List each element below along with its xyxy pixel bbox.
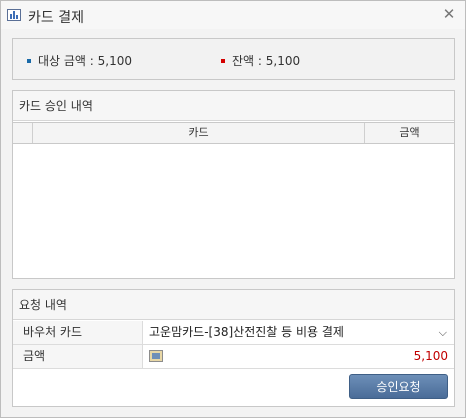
- panel-title: 카드 승인 내역: [13, 91, 454, 121]
- voucher-select[interactable]: 고운맘카드-[38]산전진찰 등 비용 결제 ⌵: [143, 321, 454, 344]
- amount-value: 5,100: [413, 349, 448, 363]
- amount-summary: 대상 금액 : 5,100 잔액 : 5,100: [12, 38, 455, 80]
- balance-value: 5,100: [265, 54, 301, 68]
- request-approval-button[interactable]: 승인요청: [349, 374, 448, 399]
- balance-amount: 잔액 : 5,100: [221, 52, 300, 69]
- bullet-icon: [221, 58, 225, 63]
- amount-label: 금액: [13, 345, 143, 368]
- request-panel: 요청 내역 바우처 카드 고운맘카드-[38]산전진찰 등 비용 결제 ⌵ 금액…: [12, 289, 455, 407]
- voucher-label: 바우처 카드: [13, 321, 143, 344]
- panel-title: 요청 내역: [13, 290, 454, 320]
- window-title: 카드 결제: [28, 10, 84, 26]
- target-amount: 대상 금액 : 5,100: [27, 52, 132, 69]
- chevron-down-icon[interactable]: ⌵: [439, 321, 447, 344]
- column-header-card[interactable]: 카드: [33, 123, 365, 143]
- amount-field[interactable]: 5,100: [143, 345, 454, 368]
- voucher-selected-value: 고운맘카드-[38]산전진찰 등 비용 결제: [149, 325, 344, 339]
- target-amount-label: 대상 금액: [38, 54, 86, 68]
- target-amount-value: 5,100: [97, 54, 133, 68]
- approval-grid-header: 카드 금액: [13, 122, 454, 144]
- close-icon[interactable]: ✕: [441, 6, 457, 22]
- card-approval-panel: 카드 승인 내역 카드 금액: [12, 90, 455, 279]
- voucher-row: 바우처 카드 고운맘카드-[38]산전진찰 등 비용 결제 ⌵: [13, 321, 454, 345]
- calculator-icon[interactable]: [149, 350, 163, 362]
- column-header-amount[interactable]: 금액: [365, 123, 454, 143]
- approval-grid-body[interactable]: [13, 145, 454, 278]
- app-chart-icon: [7, 9, 21, 21]
- row-selector-header[interactable]: [13, 123, 33, 143]
- title-bar: 카드 결제 ✕: [1, 1, 465, 29]
- balance-label: 잔액: [232, 54, 255, 68]
- bullet-icon: [27, 58, 31, 63]
- amount-row: 금액 5,100: [13, 345, 454, 369]
- card-payment-dialog: 카드 결제 ✕ 대상 금액 : 5,100 잔액 : 5,100 카드 승인 내…: [0, 0, 466, 418]
